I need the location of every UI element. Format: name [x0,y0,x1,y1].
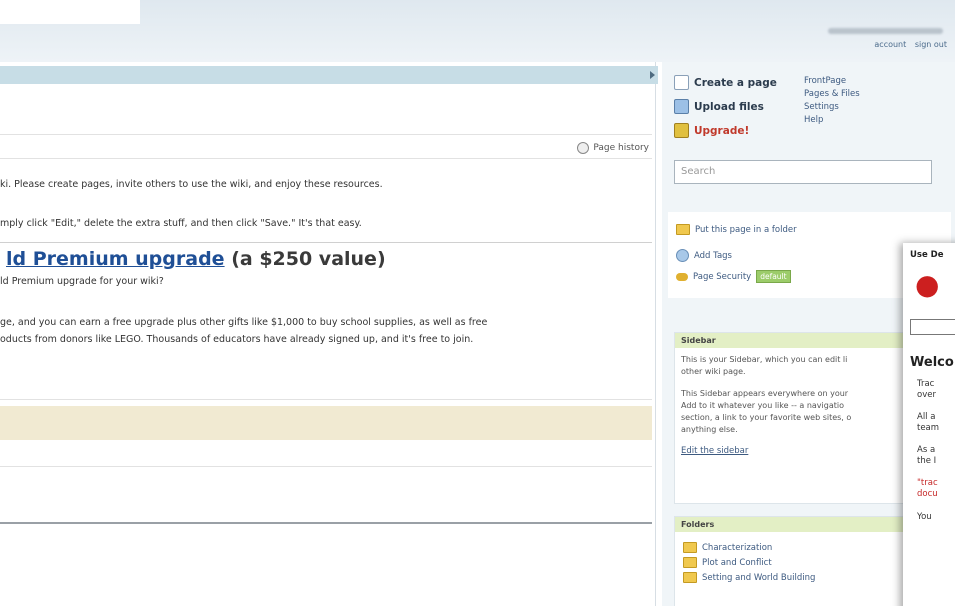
upload-icon [674,99,689,114]
doc-input[interactable] [910,319,955,335]
doc-line: Trac [917,379,935,389]
put-in-folder-link[interactable]: Put this page in a folder [676,224,797,235]
paw-print-icon: ● [915,268,940,301]
divider [0,466,652,467]
key-icon [676,272,688,281]
promo-body-line-2: oducts from donors like LEGO. Thousands … [0,334,474,345]
upgrade-button[interactable]: Upgrade! [674,123,749,138]
create-page-button[interactable]: Create a page [674,75,777,90]
add-tags-link[interactable]: Add Tags [676,249,732,262]
new-page-icon [674,75,689,90]
create-page-label: Create a page [694,76,777,89]
user-email-blurred [828,28,943,34]
main-content: Page history ki. Please create pages, in… [0,62,658,606]
search-input[interactable]: Search [674,160,932,184]
folder-icon [683,572,697,583]
tag-icon [676,249,689,262]
doc-welcome-heading: Welco [910,355,954,370]
promo-subtitle: ld Premium upgrade for your wiki? [0,276,164,287]
doc-line: docu [917,489,938,499]
nav-help[interactable]: Help [804,114,860,127]
promo-title: ld Premium upgrade (a $250 value) [6,248,386,270]
overlay-document: Use De ● Welco Trac over All a team As a… [903,243,955,606]
top-bar: account sign out [0,0,955,62]
wiki-nav: FrontPage Pages & Files Settings Help [804,75,860,127]
folder-icon [683,542,697,553]
upload-files-button[interactable]: Upload files [674,99,764,114]
doc-heading: Use De [910,250,944,260]
expand-arrow-icon[interactable] [650,71,655,79]
page-history-link[interactable]: Page history [577,142,649,154]
folder-label: Characterization [702,542,773,553]
clock-icon [577,142,590,154]
doc-line: All a [917,412,936,422]
promo-value: (a $250 value) [224,248,386,270]
page-history-label: Page history [593,143,649,153]
doc-line: You [917,512,932,522]
nav-pages-files[interactable]: Pages & Files [804,88,860,101]
page-security-link[interactable]: Page Security default [676,270,791,283]
account-links: account sign out [868,40,947,49]
upgrade-label: Upgrade! [694,124,750,137]
comment-band [0,406,652,440]
divider [0,158,652,159]
footer-divider [0,522,652,524]
upgrade-icon [674,123,689,138]
signout-link[interactable]: sign out [915,40,947,49]
put-in-folder-label: Put this page in a folder [695,224,797,235]
doc-line: team [917,423,940,433]
doc-line: As a [917,445,936,455]
divider [0,242,652,243]
divider [0,134,652,135]
title-band [0,0,140,24]
folder-label: Setting and World Building [702,572,816,583]
page-security-label: Page Security [693,271,752,282]
upload-files-label: Upload files [694,100,764,113]
folder-icon [683,557,697,568]
premium-upgrade-link[interactable]: ld Premium upgrade [6,248,225,270]
folder-icon [676,224,690,235]
doc-line: the I [917,456,937,466]
account-link[interactable]: account [874,40,906,49]
doc-line: over [917,390,936,400]
screenshot-frame: account sign out Page history ki. Please… [0,0,955,606]
nav-frontpage[interactable]: FrontPage [804,75,860,88]
doc-line: "trac [917,478,938,488]
folder-label: Plot and Conflict [702,557,772,568]
promo-body-line-1: ge, and you can earn a free upgrade plus… [0,317,488,328]
welcome-text: ki. Please create pages, invite others t… [0,179,383,190]
security-badge: default [756,270,791,283]
nav-settings[interactable]: Settings [804,101,860,114]
page-header-strip [0,66,658,84]
add-tags-label: Add Tags [694,250,732,261]
edit-instructions: mply click "Edit," delete the extra stuf… [0,218,362,229]
divider [0,399,652,400]
